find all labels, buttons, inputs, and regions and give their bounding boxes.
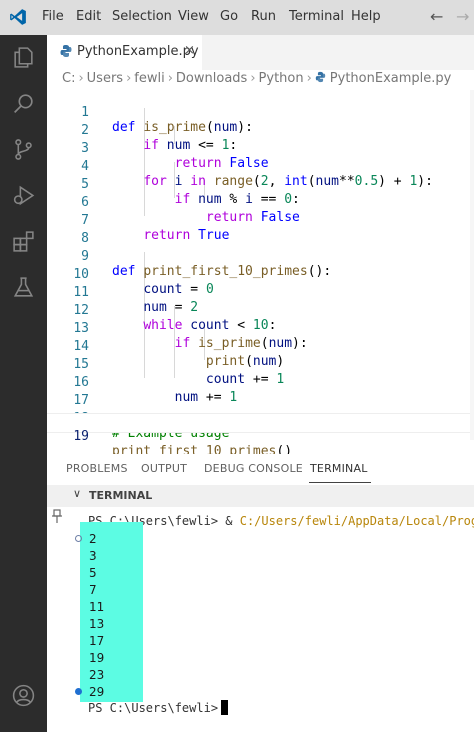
- code-line: 16 num += 1: [47, 360, 474, 405]
- code-line: 3 return False: [47, 126, 474, 171]
- breadcrumb-item-python[interactable]: Python: [259, 71, 304, 86]
- close-icon[interactable]: ×: [184, 43, 195, 58]
- breadcrumb-separator: ›: [250, 71, 256, 86]
- code-line: 11 num = 2: [47, 270, 474, 315]
- terminal-output-line: 13: [89, 617, 105, 631]
- tab-output[interactable]: OUTPUT: [141, 462, 187, 475]
- breadcrumb-separator: ›: [167, 71, 173, 86]
- extensions-icon[interactable]: [11, 229, 36, 254]
- menu-run[interactable]: Run: [251, 9, 276, 24]
- search-icon[interactable]: [11, 91, 36, 116]
- terminal-output-line: 19: [89, 651, 105, 665]
- terminal-output-line: 3: [89, 549, 97, 563]
- editor-tab-bar: PythonExample.py ×: [47, 35, 474, 70]
- tab-python-example[interactable]: PythonExample.py ×: [47, 35, 202, 70]
- code-editor[interactable]: 1 def is_prime(num): 2 if num <= 1: 3 re…: [47, 90, 474, 459]
- code-line: 5 if num % i == 0:: [47, 162, 474, 207]
- menu-selection[interactable]: Selection: [112, 9, 172, 24]
- source-control-icon[interactable]: [11, 137, 36, 162]
- testing-icon[interactable]: [11, 275, 36, 300]
- pin-icon[interactable]: [50, 508, 64, 524]
- tab-debug-console[interactable]: DEBUG CONSOLE: [204, 462, 303, 475]
- code-line: 10 count = 0: [47, 252, 474, 297]
- chevron-down-icon: ∨: [73, 487, 82, 500]
- tab-terminal[interactable]: TERMINAL: [310, 462, 368, 475]
- code-line: 18 # Example usage: [47, 396, 474, 441]
- command-decoration-icon[interactable]: [75, 535, 82, 542]
- breadcrumb-separator: ›: [78, 71, 84, 86]
- explorer-icon[interactable]: [11, 45, 36, 70]
- command-decoration-icon[interactable]: [75, 688, 82, 695]
- code-line: 15 count += 1: [47, 342, 474, 387]
- terminal-output-line: 7: [89, 583, 97, 597]
- breadcrumb-item-fewli[interactable]: fewli: [134, 71, 164, 86]
- forward-arrow-icon[interactable]: →: [456, 7, 469, 26]
- terminal-prompt-line: PS C:\Users\fewli>: [88, 701, 226, 715]
- menu-help[interactable]: Help: [351, 9, 381, 24]
- terminal-command-path: C:/Users/fewli/AppData/Local/Progra: [239, 514, 474, 528]
- terminal-output-line: 23: [89, 668, 105, 682]
- code-line: 1 def is_prime(num):: [47, 90, 474, 135]
- python-file-icon: [315, 71, 326, 83]
- terminal-cursor: [221, 700, 228, 715]
- menu-view[interactable]: View: [178, 9, 209, 24]
- terminal-output-line: 29: [89, 685, 105, 699]
- code-line: 12 while count < 10:: [47, 288, 474, 333]
- current-code-line: 19 print_first_10_primes(): [47, 413, 474, 459]
- run-debug-icon[interactable]: [11, 183, 36, 208]
- code-line: 17: [47, 378, 474, 408]
- terminal-section-title: TERMINAL: [89, 489, 153, 502]
- code-line: 9 def print_first_10_primes():: [47, 234, 474, 279]
- panel-tab-bar: PROBLEMS OUTPUT DEBUG CONSOLE TERMINAL: [47, 454, 474, 484]
- breadcrumb: C: › Users › fewli › Downloads › Python › PythonEx…: [62, 71, 451, 89]
- terminal-output-line: 5: [89, 566, 97, 580]
- line-number: 19: [73, 429, 89, 444]
- code-line: 6 return False: [47, 180, 474, 225]
- code-line: 4 for i in range(2, int(num**0.5) + 1):: [47, 144, 474, 189]
- terminal-output-line: 11: [89, 600, 105, 614]
- menu-terminal[interactable]: Terminal: [289, 9, 344, 24]
- breadcrumb-separator: ›: [306, 71, 312, 86]
- tab-label: PythonExample.py: [77, 44, 199, 59]
- terminal-output-line: 17: [89, 634, 105, 648]
- terminal-output-line: 2: [89, 532, 97, 546]
- vscode-logo-icon[interactable]: [9, 8, 27, 26]
- account-icon[interactable]: [11, 683, 36, 708]
- breadcrumb-item-users[interactable]: Users: [87, 71, 123, 86]
- code-line: 7 return True: [47, 198, 474, 243]
- back-arrow-icon[interactable]: ←: [430, 7, 443, 26]
- editor-scrollbar[interactable]: [470, 90, 474, 440]
- terminal-section-header[interactable]: ∨ TERMINAL: [47, 485, 474, 507]
- breadcrumb-separator: ›: [126, 71, 132, 86]
- menu-edit[interactable]: Edit: [76, 9, 101, 24]
- code-line: 2 if num <= 1:: [47, 108, 474, 153]
- menu-file[interactable]: File: [42, 9, 64, 24]
- code-line: 14 print(num): [47, 324, 474, 369]
- active-tab-indicator: [309, 482, 371, 483]
- code-line: 8: [47, 216, 474, 246]
- python-file-icon: [60, 45, 72, 57]
- tab-problems[interactable]: PROBLEMS: [66, 462, 128, 475]
- terminal-command-line: PS C:\Users\fewli> & C:/Users/fewli/AppD…: [88, 514, 474, 528]
- code-line: 13 if is_prime(num):: [47, 306, 474, 351]
- breadcrumb-item-drive[interactable]: C:: [62, 71, 75, 86]
- menu-bar: File Edit Selection View Go Run Terminal…: [0, 0, 474, 35]
- activity-bar: [0, 35, 47, 732]
- breadcrumb-item-downloads[interactable]: Downloads: [176, 71, 247, 86]
- menu-go[interactable]: Go: [220, 9, 238, 24]
- breadcrumb-item-file[interactable]: PythonExample.py: [330, 71, 452, 86]
